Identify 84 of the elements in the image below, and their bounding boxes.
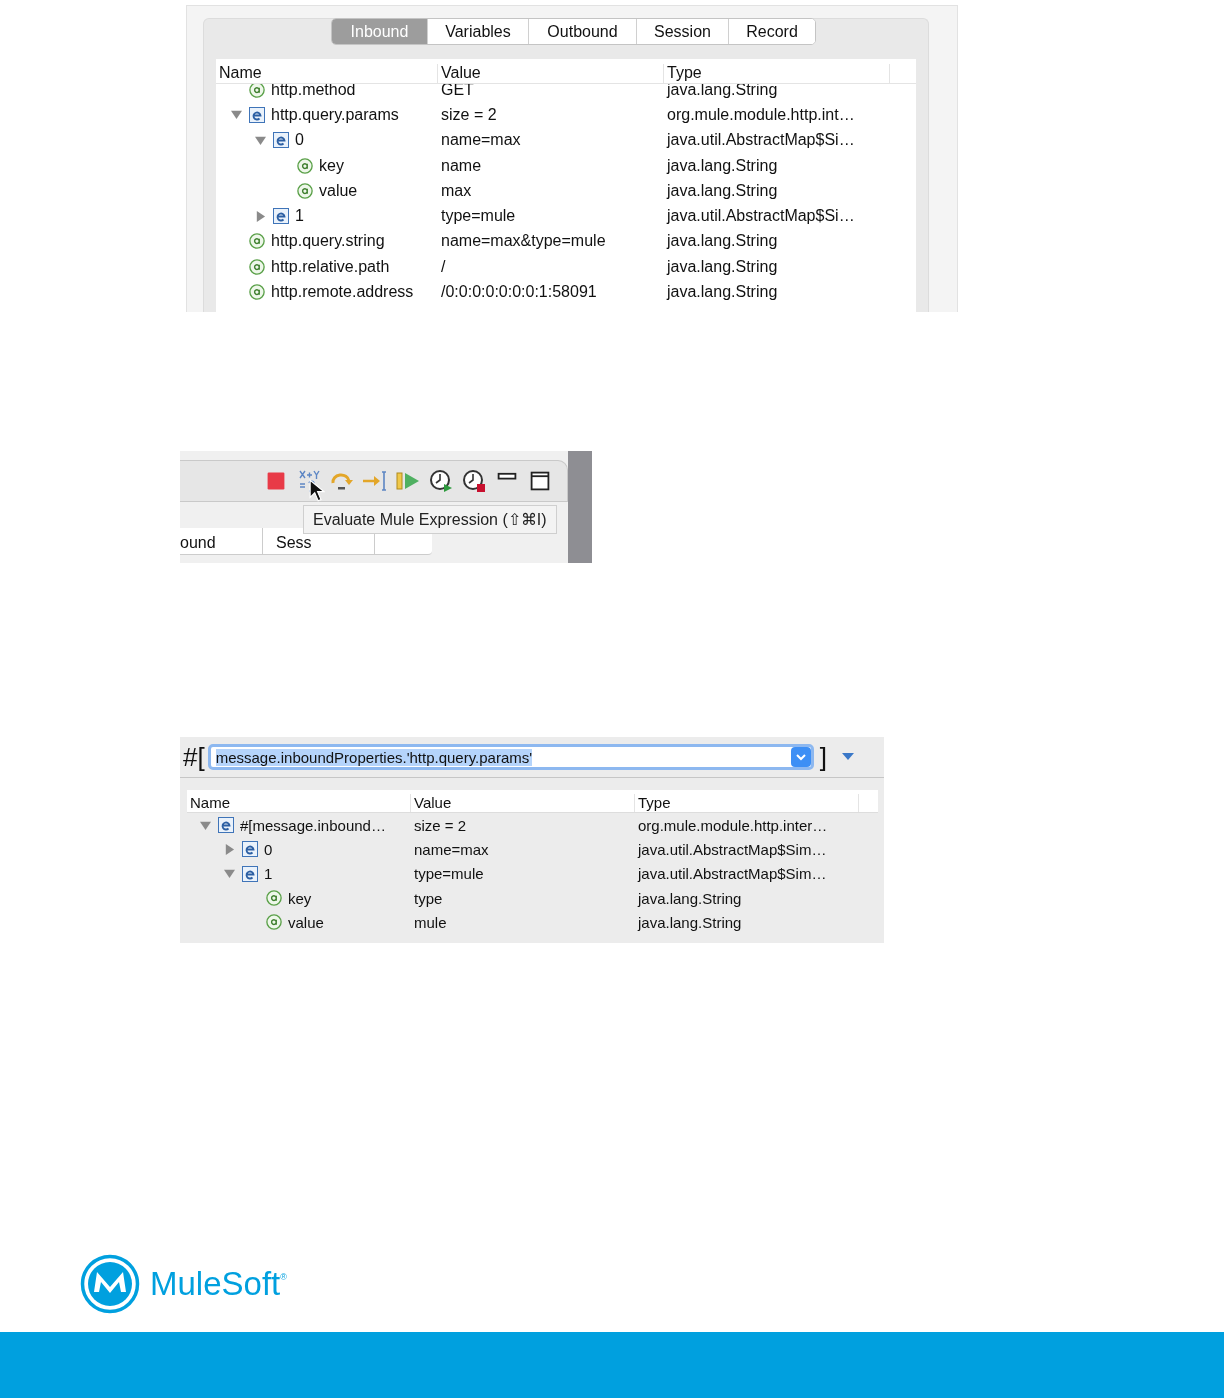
table-cell-text: type=mule <box>440 207 517 226</box>
table-cell-text: name <box>440 156 483 175</box>
table-cell-text: org.mule.module.http.inter… <box>637 816 829 834</box>
table-cell-text: org.mule.module.http.int… <box>666 105 856 124</box>
expand-arrow-icon[interactable] <box>223 868 235 880</box>
element-icon <box>273 132 289 149</box>
table-cell-text: GET <box>440 84 475 99</box>
dropdown-icon[interactable] <box>790 747 811 767</box>
table-cell-text: name=max <box>413 840 490 858</box>
table-cell-text: name=max <box>440 131 522 150</box>
tree-item[interactable]: http.method <box>271 84 356 99</box>
table-cell-text: type=mule <box>413 865 485 883</box>
table-cell-text: type <box>413 889 444 907</box>
table-cell-text: java.lang.String <box>665 257 779 276</box>
table-cell-text: /0:0:0:0:0:0:0:1:58091 <box>440 283 598 301</box>
attribute-icon <box>266 890 282 907</box>
tree-item[interactable]: #[message.inbound… <box>240 816 386 834</box>
element-icon <box>218 817 234 834</box>
tree-item[interactable]: key <box>288 889 312 907</box>
attribute-icon <box>249 233 265 250</box>
table-cell-text: java.util.AbstractMap$Sim… <box>636 865 828 883</box>
column-header[interactable]: Type <box>664 64 890 83</box>
table-cell-text: java.util.AbstractMap$Si… <box>665 207 856 226</box>
element-icon <box>273 208 289 225</box>
menu-arrow-icon[interactable] <box>840 752 855 762</box>
element-icon <box>249 106 265 123</box>
table-cell-text: java.lang.String <box>665 181 779 200</box>
table-cell-text: java.lang.String <box>636 913 743 931</box>
tree-item[interactable]: key <box>319 156 344 175</box>
tree-item[interactable]: http.remote.address <box>271 283 414 301</box>
tree-item[interactable]: 0 <box>295 131 304 150</box>
table-cell-text: size = 2 <box>413 816 468 834</box>
attribute-icon <box>249 258 265 275</box>
tree-item[interactable]: 0 <box>264 840 273 858</box>
table-cell-text: java.lang.String <box>665 84 779 99</box>
table-cell-text: java.util.AbstractMap$Si… <box>665 131 856 150</box>
table-cell-text: name=max&type=mule <box>440 232 607 251</box>
clock-stop-icon[interactable] <box>461 469 487 493</box>
tree-item[interactable]: value <box>288 913 324 931</box>
tree-item[interactable]: http.query.string <box>271 232 385 251</box>
column-header[interactable]: Type <box>635 794 859 812</box>
expression-field[interactable]: message.inboundProperties.'http.query.params' <box>207 744 814 770</box>
tree-item[interactable]: 1 <box>264 865 273 883</box>
table-cell-text: / <box>440 257 447 276</box>
element-icon <box>242 865 258 882</box>
tree-item[interactable]: http.relative.path <box>271 257 390 276</box>
element-icon <box>242 841 258 858</box>
column-header[interactable]: Name <box>216 64 438 83</box>
table-cell-text: java.lang.String <box>636 889 743 907</box>
expand-arrow-icon[interactable] <box>254 210 266 222</box>
registered-mark: ® <box>280 1272 287 1282</box>
tree-item[interactable]: 1 <box>295 207 304 226</box>
tree-item[interactable]: http.query.params <box>271 105 399 124</box>
clock-play-icon[interactable] <box>428 469 454 493</box>
attribute-icon <box>249 284 265 300</box>
tab[interactable]: Record <box>728 19 815 44</box>
attribute-icon <box>297 157 313 174</box>
table-cell-text: mule <box>413 913 448 931</box>
expand-arrow-icon[interactable] <box>199 819 211 831</box>
table-cell-text: size = 2 <box>440 105 498 124</box>
pointer-cursor-icon <box>309 479 325 502</box>
arrow-bracket-icon[interactable] <box>362 469 388 493</box>
column-header[interactable]: Value <box>411 794 635 812</box>
table-cell-text: max <box>440 181 473 200</box>
table-cell-text: java.lang.String <box>665 232 779 251</box>
expand-arrow-icon[interactable] <box>230 109 242 121</box>
table-cell-text: java.util.AbstractMap$Sim… <box>636 840 828 858</box>
expand-arrow-icon[interactable] <box>223 843 235 855</box>
attribute-icon <box>297 182 313 199</box>
column-header[interactable]: Name <box>187 794 411 812</box>
tooltip: Evaluate Mule Expression (⇧⌘I) <box>303 505 557 534</box>
expression-prefix: #[ <box>183 741 205 773</box>
logo-text: MuleSoft <box>150 1265 281 1303</box>
attribute-icon <box>266 914 282 931</box>
resume-icon[interactable] <box>395 469 421 493</box>
table-cell-text: java.lang.String <box>665 156 779 175</box>
expand-arrow-icon[interactable] <box>254 134 266 146</box>
table-cell-text: java.lang.String <box>665 283 779 301</box>
tree-item[interactable]: value <box>319 181 358 200</box>
tab[interactable]: ound <box>180 528 263 554</box>
logo-icon <box>80 1254 140 1314</box>
attribute-icon <box>249 84 265 98</box>
expression-suffix: ] <box>819 741 827 773</box>
column-header[interactable]: Value <box>438 64 664 83</box>
